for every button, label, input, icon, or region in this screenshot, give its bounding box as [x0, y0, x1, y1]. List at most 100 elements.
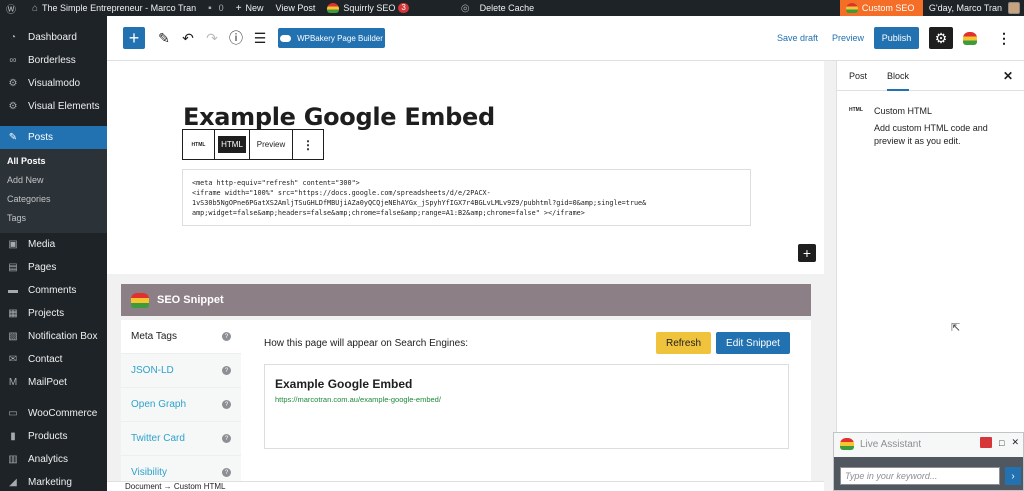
- site-name-link[interactable]: ⌂ The Simple Entrepreneur - Marco Tran: [26, 0, 202, 16]
- my-account-link[interactable]: G'day, Marco Tran: [923, 0, 1024, 16]
- minimize-icon[interactable]: □: [999, 438, 1004, 448]
- preview-button[interactable]: Preview: [832, 33, 864, 43]
- sidebar-item-mailpoet[interactable]: M MailPoet: [0, 371, 107, 394]
- sidebar-item-notification-box[interactable]: ▧ Notification Box: [0, 325, 107, 348]
- undo-button[interactable]: ↶: [179, 27, 197, 49]
- submenu-tags[interactable]: Tags: [0, 209, 107, 228]
- sidebar-item-label: Marketing: [28, 477, 72, 488]
- gear-icon: ⚙: [8, 101, 18, 112]
- sidebar-item-borderless[interactable]: ∞ Borderless: [0, 49, 107, 72]
- tab-block[interactable]: Block: [887, 71, 910, 91]
- block-type-switcher[interactable]: HTML: [183, 130, 215, 159]
- edit-snippet-button[interactable]: Edit Snippet: [716, 332, 790, 354]
- tab-meta-tags[interactable]: Meta Tags?: [121, 320, 241, 354]
- plus-icon: +: [235, 2, 242, 14]
- admin-sidebar: ◔ Dashboard ∞ Borderless ⚙ Visualmodo ⚙ Visu…: [0, 16, 107, 491]
- settings-button[interactable]: ⚙: [929, 27, 953, 49]
- outline-button[interactable]: ☰: [251, 27, 269, 49]
- sidebar-item-comments[interactable]: ▬ Comments: [0, 279, 107, 302]
- sidebar-item-label: Media: [28, 239, 56, 250]
- comments-link[interactable]: ▪ 0: [202, 0, 230, 16]
- mouse-cursor-icon: ⇱: [951, 322, 961, 334]
- sidebar-item-visualmodo[interactable]: ⚙ Visualmodo: [0, 72, 107, 95]
- help-icon[interactable]: ?: [222, 400, 231, 409]
- publish-button[interactable]: Publish: [874, 27, 919, 49]
- delete-cache-label: Delete Cache: [479, 3, 535, 13]
- tab-json-ld[interactable]: JSON-LD?: [121, 354, 241, 388]
- tools-button[interactable]: ✎: [155, 27, 173, 49]
- submenu-all-posts[interactable]: All Posts: [0, 152, 107, 171]
- sidebar-item-marketing[interactable]: ◢ Marketing: [0, 471, 107, 491]
- redo-button[interactable]: ↷: [203, 27, 221, 49]
- sidebar-item-label: Projects: [28, 308, 65, 319]
- preview-tab[interactable]: Preview: [250, 130, 293, 159]
- keyword-input[interactable]: Type in your keyword...: [840, 467, 1000, 485]
- view-post-link[interactable]: View Post: [270, 0, 322, 16]
- submenu-add-new[interactable]: Add New: [0, 171, 107, 190]
- squirrly-logo-icon: [131, 292, 149, 308]
- sidebar-item-media[interactable]: ▣ Media: [0, 233, 107, 256]
- sidebar-item-products[interactable]: ▮ Products: [0, 425, 107, 448]
- close-icon[interactable]: ✕: [1011, 437, 1019, 448]
- seo-snippet-header[interactable]: SEO Snippet: [121, 284, 811, 316]
- delete-cache-link[interactable]: ◎ Delete Cache: [455, 0, 540, 16]
- tab-label: Twitter Card: [131, 433, 185, 444]
- new-label: New: [245, 3, 264, 13]
- tab-twitter-card[interactable]: Twitter Card?: [121, 422, 241, 456]
- search-preview-card: Example Google Embed https://marcotran.c…: [264, 364, 789, 449]
- more-options-button[interactable]: ⋮: [997, 27, 1011, 49]
- help-icon[interactable]: ?: [222, 332, 231, 341]
- sidebar-item-woocommerce[interactable]: ▭ WooCommerce: [0, 402, 107, 425]
- html-code-editor[interactable]: <meta http-equiv="refresh" content="300"…: [182, 169, 751, 226]
- sidebar-item-pages[interactable]: ▤ Pages: [0, 256, 107, 279]
- breadcrumb-text[interactable]: Document → Custom HTML: [125, 482, 225, 491]
- post-title[interactable]: Example Google Embed: [183, 103, 495, 131]
- block-name: Custom HTML: [874, 106, 933, 116]
- squirrly-toolbar-button[interactable]: [962, 27, 978, 49]
- new-content-link[interactable]: + New: [230, 0, 270, 16]
- greeting: G'day, Marco Tran: [928, 3, 1002, 13]
- tab-open-graph[interactable]: Open Graph?: [121, 388, 241, 422]
- help-icon[interactable]: ?: [222, 366, 231, 375]
- squirrly-label: Squirrly SEO: [343, 3, 396, 13]
- wordpress-logo[interactable]: Ⓦ: [0, 0, 26, 16]
- sidebar-item-posts[interactable]: ✎ Posts: [0, 126, 107, 149]
- sidebar-item-projects[interactable]: ▦ Projects: [0, 302, 107, 325]
- save-draft-button[interactable]: Save draft: [777, 33, 818, 43]
- pin-icon: ✎: [8, 132, 18, 143]
- help-icon[interactable]: ?: [222, 468, 231, 477]
- wpbakery-label: WPBakery Page Builder: [297, 33, 383, 43]
- squirrly-logo-icon: [840, 438, 854, 450]
- gift-icon[interactable]: [980, 437, 993, 448]
- wpbakery-button[interactable]: WPBakery Page Builder: [278, 28, 385, 48]
- sidebar-item-label: Comments: [28, 285, 77, 296]
- code-line: amp;widget=false&amp;headers=false&amp;c…: [192, 209, 585, 217]
- keyword-submit-button[interactable]: ›: [1005, 467, 1021, 485]
- wordpress-icon: Ⓦ: [6, 4, 16, 16]
- gear-icon: ⚙: [8, 78, 18, 89]
- html-tab[interactable]: HTML: [215, 130, 250, 159]
- sidebar-item-dashboard[interactable]: ◔ Dashboard: [0, 26, 107, 49]
- block-more-button[interactable]: ⋮: [293, 130, 323, 159]
- close-icon[interactable]: ✕: [1003, 69, 1013, 83]
- add-block-button[interactable]: +: [123, 27, 145, 49]
- refresh-button[interactable]: Refresh: [656, 332, 711, 354]
- sidebar-item-contact[interactable]: ✉ Contact: [0, 348, 107, 371]
- dashboard-icon: ◔: [9, 32, 17, 43]
- settings-tabs: Post Block ✕: [837, 61, 1024, 91]
- tab-post[interactable]: Post: [849, 71, 867, 81]
- inline-add-block-button[interactable]: +: [798, 244, 816, 262]
- cloud-icon: [280, 34, 292, 42]
- squirrly-seo-link[interactable]: Squirrly SEO 3: [321, 0, 414, 16]
- live-assistant-widget: Live Assistant □ ✕ Type in your keyword.…: [833, 432, 1024, 491]
- sidebar-item-visual-elements[interactable]: ⚙ Visual Elements: [0, 95, 107, 118]
- sidebar-item-label: Products: [28, 431, 68, 442]
- arrow-right-icon: ›: [1011, 470, 1015, 482]
- submenu-categories[interactable]: Categories: [0, 190, 107, 209]
- help-icon[interactable]: ?: [222, 434, 231, 443]
- details-button[interactable]: ⓘ: [227, 27, 245, 49]
- sidebar-item-analytics[interactable]: ▥ Analytics: [0, 448, 107, 471]
- infinity-icon: ∞: [9, 55, 17, 66]
- snippet-tabs: Meta Tags? JSON-LD? Open Graph? Twitter …: [121, 320, 241, 491]
- custom-seo-link[interactable]: Custom SEO: [839, 0, 923, 16]
